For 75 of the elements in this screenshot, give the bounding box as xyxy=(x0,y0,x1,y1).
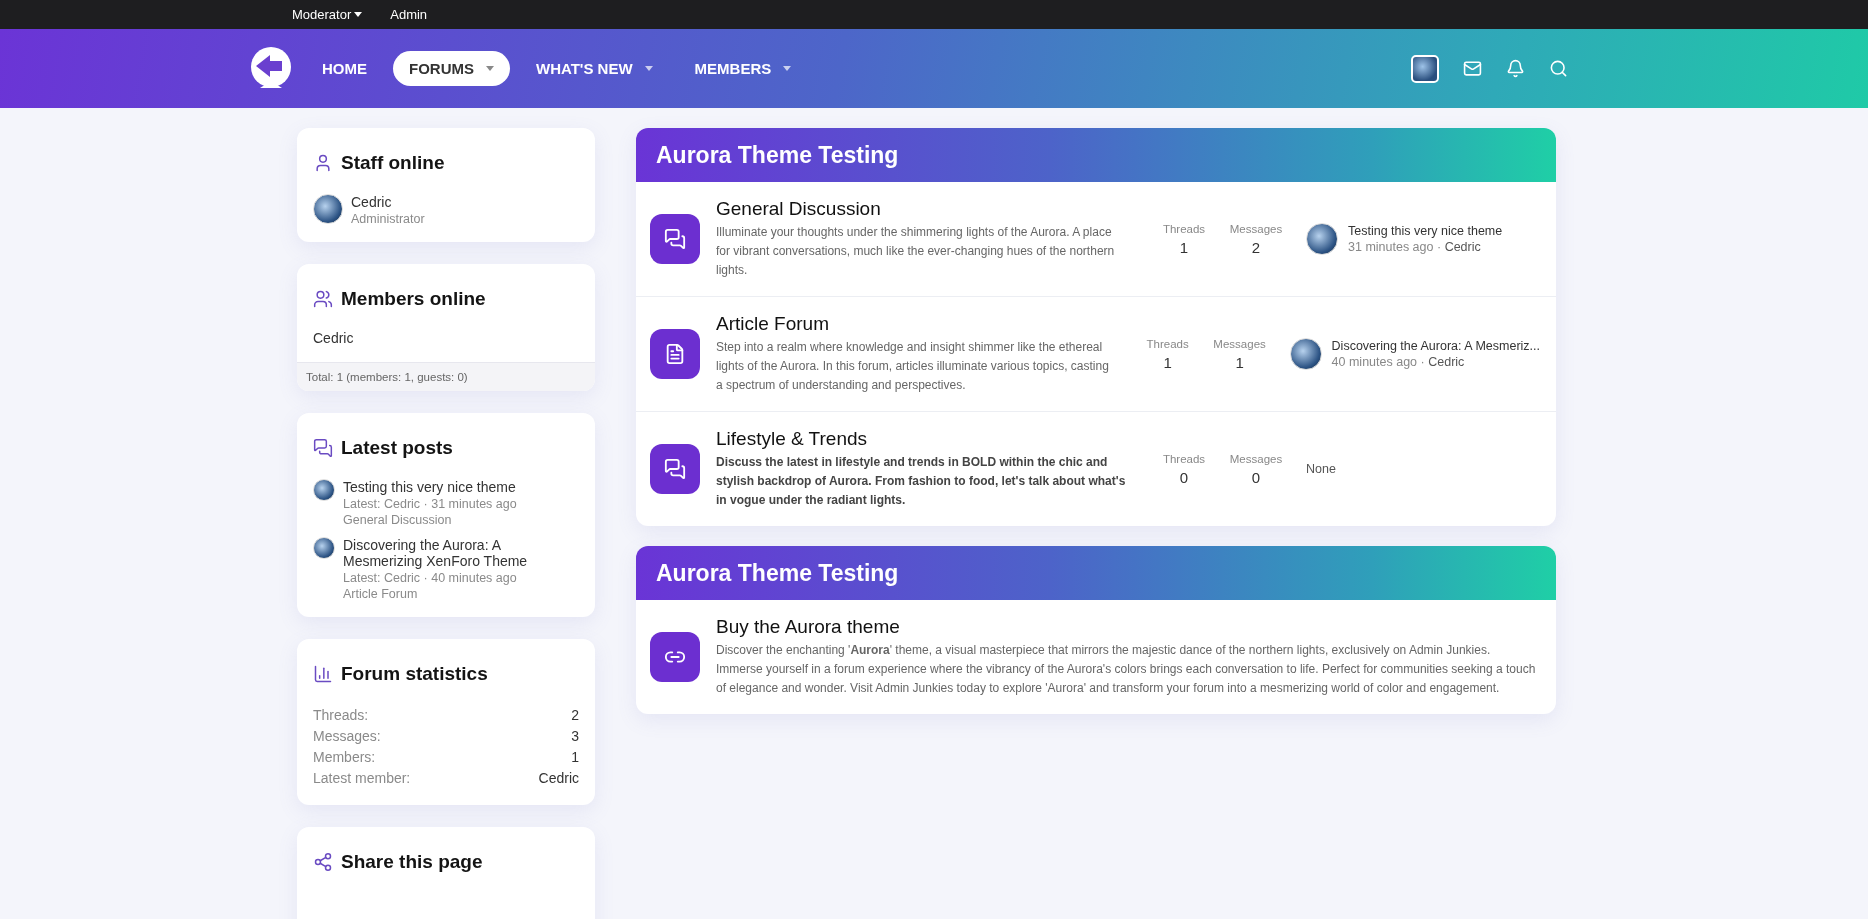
user-icon xyxy=(313,153,333,173)
online-total: Total: 1 (members: 1, guests: 0) xyxy=(297,362,595,391)
chat-icon[interactable] xyxy=(650,444,700,494)
stat-value: 1 xyxy=(571,748,579,767)
avatar[interactable] xyxy=(1306,223,1338,255)
threads-count: 1 xyxy=(1163,353,1172,371)
forum-description: Discover the enchanting 'Aurora' theme, a visual masterpiece that mirrors the majestic dance of the northern lights, exclusively on Admin Junkies. Immerse yourself in a forum experience where the vibrancy of the Aurora's colors brings each conversation to life. Perfect for communities seeking a touch of elegance and wonder. Visit Admin Junkies today to explore 'Aurora' and transform your forum into a mesmerizing world of color and engagement. xyxy=(716,642,1536,697)
author-link[interactable]: Cedric xyxy=(1444,240,1481,254)
avatar[interactable] xyxy=(313,479,335,501)
stat-label: Members: xyxy=(313,748,376,767)
forum-title[interactable]: General Discussion xyxy=(716,198,1126,220)
messages-count: 0 xyxy=(1251,468,1261,486)
forum-description: Discuss the latest in lifestyle and trends in BOLD within the chic and stylish backdrop of Aurora. From fashion to food, let's talk about what's in vogue under the radiant lights. xyxy=(716,454,1126,509)
users-icon xyxy=(313,289,333,309)
stat-label: Messages: xyxy=(313,727,381,746)
widget-title: Members online xyxy=(341,288,486,310)
member-name[interactable]: Cedric xyxy=(313,330,579,346)
widget-title: Forum statistics xyxy=(341,663,488,685)
widget-title: Staff online xyxy=(341,152,445,174)
section-title[interactable]: Aurora Theme Testing xyxy=(636,546,1556,600)
nav-tab[interactable]: FORUMS xyxy=(393,51,510,86)
author-link[interactable]: Cedric xyxy=(1428,355,1465,369)
search-icon[interactable] xyxy=(1549,59,1568,78)
last-post-meta: 40 minutes ago · Cedric xyxy=(1331,355,1466,369)
post-forum[interactable]: General Discussion xyxy=(343,513,517,527)
threads-label: Threads xyxy=(1146,337,1189,350)
mail-icon[interactable] xyxy=(1463,59,1482,78)
nav-tab[interactable]: MEMBERS xyxy=(678,51,808,86)
top-bar-link[interactable]: Moderator xyxy=(292,7,363,22)
bar-chart-icon xyxy=(313,664,333,684)
stat-label: Latest member: xyxy=(313,769,411,788)
avatar[interactable] xyxy=(313,537,335,559)
messages-label: Messages xyxy=(1229,452,1283,465)
nav-tab[interactable]: HOME xyxy=(306,51,383,86)
messages-count: 1 xyxy=(1235,353,1244,371)
forum-title[interactable]: Lifestyle & Trends xyxy=(716,428,1126,450)
stat-value: Cedric xyxy=(538,769,579,788)
nav-tab[interactable]: WHAT'S NEW xyxy=(520,51,669,86)
post-title[interactable]: Testing this very nice theme xyxy=(343,479,517,495)
widget-title: Share this page xyxy=(341,851,483,873)
share-icon xyxy=(313,852,333,872)
section-title[interactable]: Aurora Theme Testing xyxy=(636,128,1556,182)
chat-icon[interactable] xyxy=(650,214,700,264)
threads-count: 1 xyxy=(1179,238,1189,256)
messages-label: Messages xyxy=(1229,222,1283,235)
threads-label: Threads xyxy=(1162,222,1206,235)
member-name[interactable]: Cedric xyxy=(351,194,425,210)
post-title[interactable]: Discovering the Aurora: A Mesmerizing XenForo Theme xyxy=(343,537,579,569)
top-bar-link[interactable]: Admin xyxy=(390,7,428,22)
forum-title[interactable]: Buy the Aurora theme xyxy=(716,616,1536,638)
forum-title[interactable]: Article Forum xyxy=(716,313,1110,335)
stat-value: 2 xyxy=(571,706,579,725)
bell-icon[interactable] xyxy=(1506,59,1525,78)
forum-description: Illuminate your thoughts under the shimmering lights of the Aurora. A place for vibrant conversations, much like the ever-changing hues of the northern lights. xyxy=(716,224,1116,279)
post-meta: Latest: Cedric · 31 minutes ago xyxy=(343,497,517,511)
widget-title: Latest posts xyxy=(341,437,453,459)
forum-description: Step into a realm where knowledge and insight shimmer like the ethereal lights of the Aurora. In this forum, articles illuminate various topics, casting a spectrum of understanding and perspectives. xyxy=(716,339,1110,394)
threads-count: 0 xyxy=(1179,468,1189,486)
no-last-post: None xyxy=(1306,462,1336,476)
last-post-title[interactable]: Discovering the Aurora: A Mesmeriz... xyxy=(1331,339,1540,353)
messages-label: Messages xyxy=(1213,337,1266,350)
post-forum[interactable]: Article Forum xyxy=(343,587,579,601)
avatar[interactable] xyxy=(1289,338,1322,370)
avatar[interactable] xyxy=(313,194,343,224)
threads-label: Threads xyxy=(1162,452,1206,465)
member-role: Administrator xyxy=(351,212,425,226)
stat-value: 3 xyxy=(571,727,579,746)
document-icon[interactable] xyxy=(650,329,700,379)
stat-label: Threads: xyxy=(313,706,369,725)
messages-count: 2 xyxy=(1251,238,1261,256)
chat-icon xyxy=(313,438,333,458)
post-meta: Latest: Cedric · 40 minutes ago xyxy=(343,571,518,585)
link-icon[interactable] xyxy=(650,632,700,682)
last-post-title[interactable]: Testing this very nice theme xyxy=(1348,224,1503,238)
last-post-meta: 31 minutes ago · Cedric xyxy=(1348,240,1482,254)
